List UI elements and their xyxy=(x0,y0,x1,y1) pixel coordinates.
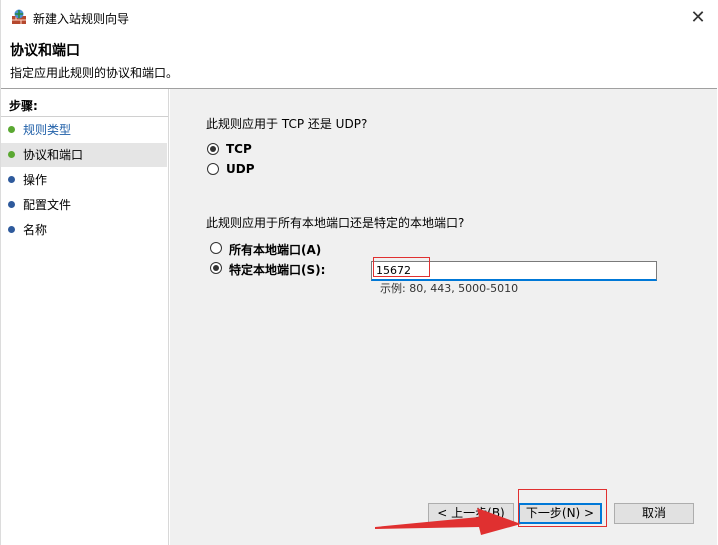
page-title: 协议和端口 xyxy=(10,43,80,59)
port-example: 示例: 80, 443, 5000-5010 xyxy=(380,282,519,295)
sidebar-item-action[interactable]: 操作 xyxy=(1,168,167,192)
step-pending-icon xyxy=(8,176,15,183)
steps-divider xyxy=(1,116,168,117)
sidebar-item-profile[interactable]: 配置文件 xyxy=(1,193,167,217)
sidebar-item-label: 协议和端口 xyxy=(23,148,84,162)
specific-ports-radio[interactable] xyxy=(210,262,222,274)
step-pending-icon xyxy=(8,201,15,208)
window-title: 新建入站规则向导 xyxy=(33,12,130,26)
firewall-icon xyxy=(11,9,27,25)
page-header: 协议和端口 指定应用此规则的协议和端口。 xyxy=(1,34,717,88)
tcp-label[interactable]: TCP xyxy=(226,142,252,156)
port-question: 此规则应用于所有本地端口还是特定的本地端口? xyxy=(206,216,465,230)
annotation-arrow-icon xyxy=(375,508,521,535)
wizard-window: 新建入站规则向导 ✕ 协议和端口 指定应用此规则的协议和端口。 步骤: 规则类型… xyxy=(0,0,717,545)
steps-sidebar: 步骤: 规则类型 协议和端口 操作 配置文件 名称 xyxy=(1,89,169,545)
sidebar-item-label: 名称 xyxy=(23,223,48,237)
sidebar-item-name[interactable]: 名称 xyxy=(1,218,167,242)
sidebar-item-label: 配置文件 xyxy=(23,198,72,212)
annotation-box xyxy=(518,489,607,527)
steps-title: 步骤: xyxy=(9,99,38,113)
udp-radio[interactable] xyxy=(207,163,219,175)
all-ports-radio[interactable] xyxy=(210,242,222,254)
main-panel: 此规则应用于 TCP 还是 UDP? TCP UDP 此规则应用于所有本地端口还… xyxy=(170,89,717,545)
all-ports-label[interactable]: 所有本地端口(A) xyxy=(229,241,321,258)
udp-label[interactable]: UDP xyxy=(226,162,255,176)
title-bar: 新建入站规则向导 ✕ xyxy=(1,0,717,34)
step-pending-icon xyxy=(8,226,15,233)
step-done-icon xyxy=(8,126,15,133)
tcp-radio[interactable] xyxy=(207,143,219,155)
cancel-button[interactable]: 取消 xyxy=(614,503,694,524)
step-current-icon xyxy=(8,151,15,158)
close-button[interactable]: ✕ xyxy=(681,4,715,32)
protocol-question: 此规则应用于 TCP 还是 UDP? xyxy=(206,117,368,131)
specific-ports-label[interactable]: 特定本地端口(S): xyxy=(229,261,325,278)
sidebar-item-label: 规则类型 xyxy=(23,123,72,137)
sidebar-item-protocol-port[interactable]: 协议和端口 xyxy=(1,143,167,167)
sidebar-item-label: 操作 xyxy=(23,173,48,187)
annotation-box xyxy=(373,257,430,277)
page-description: 指定应用此规则的协议和端口。 xyxy=(10,66,179,80)
sidebar-item-rule-type[interactable]: 规则类型 xyxy=(1,118,167,142)
